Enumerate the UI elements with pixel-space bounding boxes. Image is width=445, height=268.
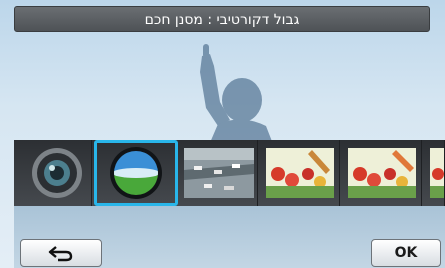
filter-thumb-painting-1[interactable] xyxy=(260,140,340,206)
fisheye-icon xyxy=(110,147,162,199)
painting-icon xyxy=(266,148,334,198)
filter-carousel[interactable] xyxy=(14,140,445,206)
page-title: גבול דקורטיבי : מסנן חכם xyxy=(14,6,430,32)
filter-thumb-miniature[interactable] xyxy=(180,140,258,206)
back-button[interactable] xyxy=(20,239,102,267)
filter-thumb-painting-3[interactable] xyxy=(424,140,445,206)
back-arrow-icon xyxy=(48,246,73,262)
ok-button[interactable]: OK xyxy=(371,239,441,267)
filter-thumb-fisheye[interactable] xyxy=(94,140,178,206)
camera-lens-icon xyxy=(32,148,82,198)
filter-thumb-painting-2[interactable] xyxy=(342,140,422,206)
painting-icon xyxy=(430,148,444,198)
painting-icon xyxy=(348,148,416,198)
filter-thumb-lens[interactable] xyxy=(14,140,92,206)
miniature-icon xyxy=(184,148,254,198)
filter-screen: גבול דקורטיבי : מסנן חכם OK xyxy=(0,0,445,268)
ok-button-label: OK xyxy=(394,245,418,261)
